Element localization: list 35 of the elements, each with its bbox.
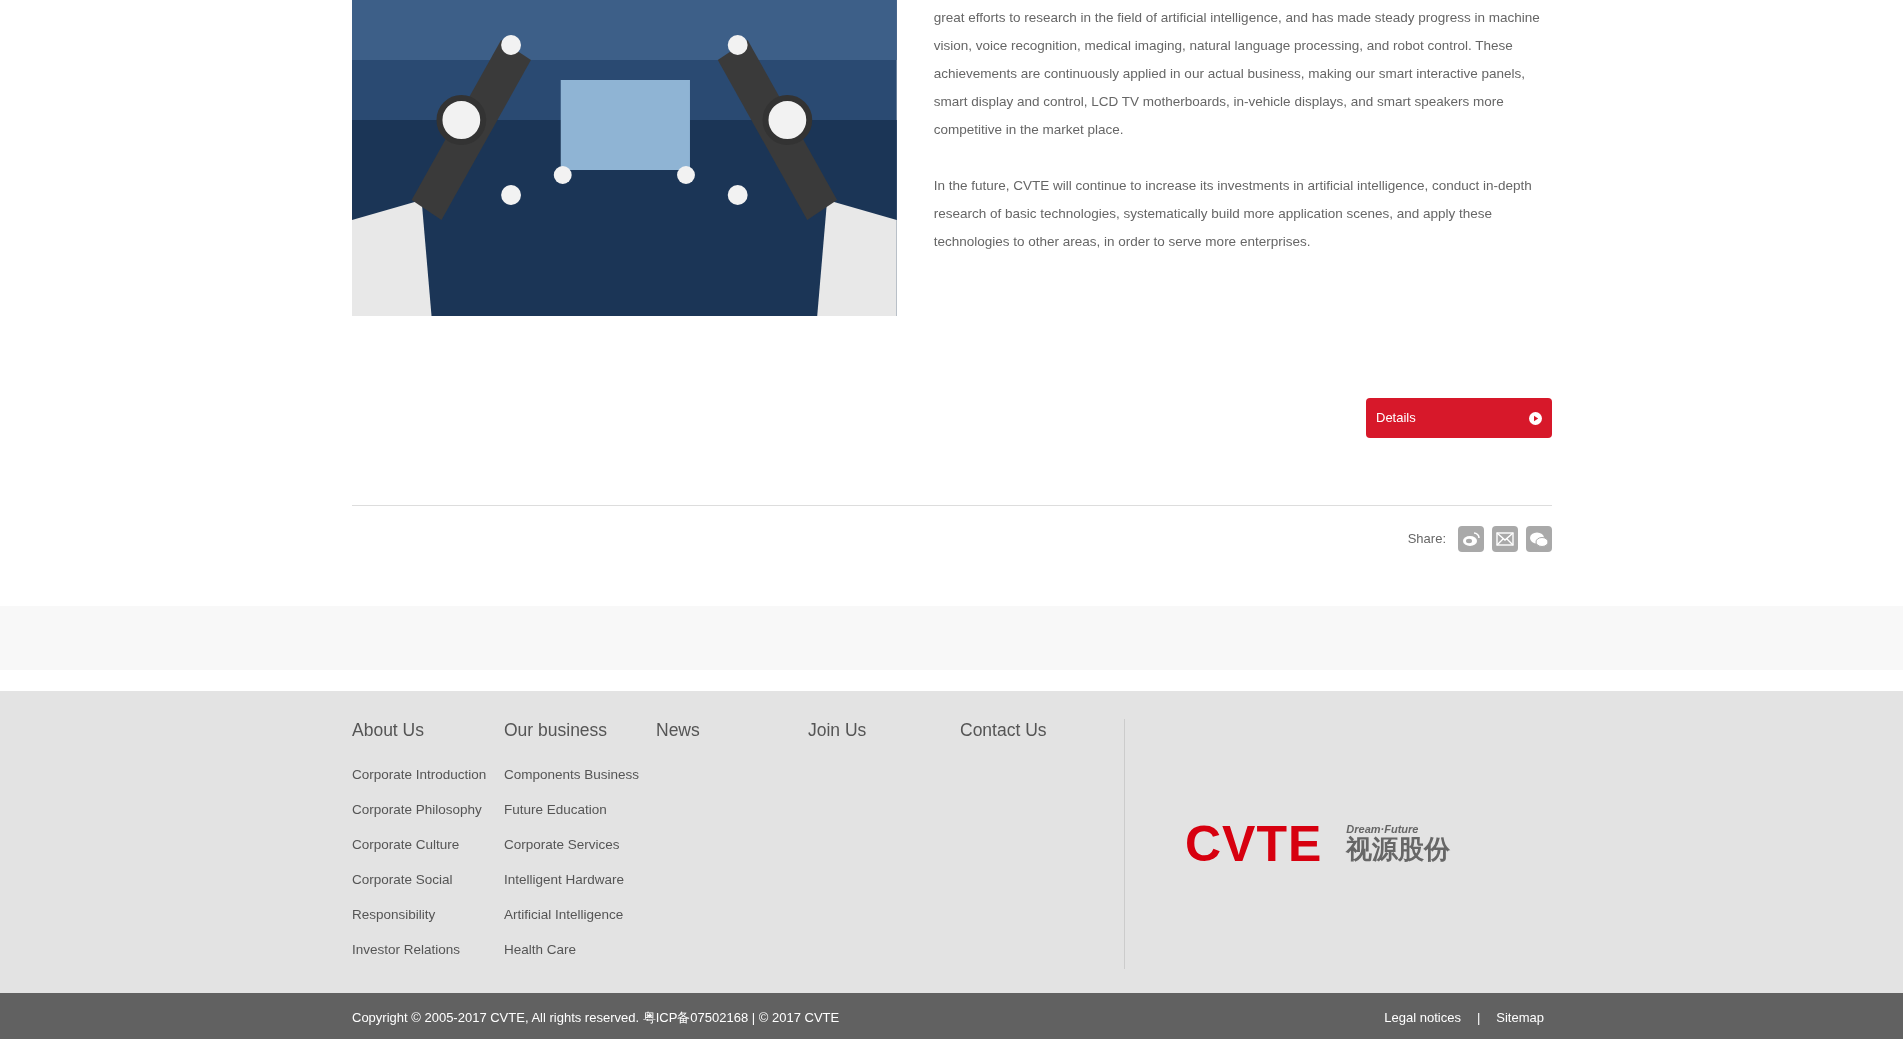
logo-slogan: Dream·Future bbox=[1346, 824, 1420, 836]
footer-link[interactable]: Health Care bbox=[504, 932, 656, 967]
paragraph: great efforts to research in the field of artificial intelligence, and has made steady progress in machine vision, voice recognition, medical imaging, natural language processing, and robot control. These achievements are continuously applied in our actual business, making our smart interactive panels, smart display and control, LCD TV motherboards, in-vehicle displays, and smart speakers more competitive in the market place. bbox=[933, 9, 1541, 139]
separator: | bbox=[1476, 1009, 1481, 1028]
footer-link[interactable]: Intelligent Hardware bbox=[504, 862, 656, 897]
footer-link[interactable]: Corporate Culture bbox=[352, 827, 504, 862]
footer-heading[interactable]: Contact Us bbox=[960, 719, 1112, 741]
footer-link[interactable]: Corporate Services bbox=[504, 827, 656, 862]
footer-heading[interactable]: Join Us bbox=[808, 719, 960, 741]
share-button[interactable] bbox=[1492, 526, 1518, 552]
footer-heading[interactable]: News bbox=[656, 719, 808, 741]
footer-bottom-link[interactable]: Legal notices bbox=[1384, 1008, 1461, 1028]
footer-link[interactable]: Corporate Social bbox=[352, 862, 504, 897]
share-button[interactable] bbox=[1458, 526, 1484, 552]
share-label: Share: bbox=[1407, 530, 1446, 549]
footer-link[interactable]: Corporate Introduction bbox=[352, 757, 504, 792]
footer-bottom-link[interactable]: Sitemap bbox=[1496, 1008, 1544, 1028]
footer-link[interactable]: Corporate Philosophy bbox=[352, 792, 504, 827]
paragraph: In the future, CVTE will continue to increase its investments in artificial intelligence, conduct in-depth research of basic technologies, systematically build more application scenes, and apply these technologies to other areas, in order to serve more enterprises. bbox=[933, 177, 1533, 251]
share-button[interactable] bbox=[1526, 526, 1552, 552]
footer-heading[interactable]: About Us bbox=[352, 719, 504, 741]
wechat-icon bbox=[1529, 530, 1549, 548]
footer-link[interactable]: Future Education bbox=[504, 792, 656, 827]
logo-company-name: 视源股份 bbox=[1346, 835, 1451, 864]
footer-heading[interactable]: Our business bbox=[504, 719, 656, 741]
details-button[interactable]: Details bbox=[1366, 398, 1552, 438]
play-icon bbox=[1529, 411, 1542, 425]
footer-link[interactable]: Components Business bbox=[504, 757, 656, 792]
mail-icon bbox=[1496, 532, 1514, 546]
copyright-text: Copyright © 2005-2017 CVTE, All rights reserved. 粤ICP备07502168 | © 2017 CVTE bbox=[352, 1009, 840, 1028]
footer-link[interactable]: Artificial Intelligence bbox=[504, 897, 656, 932]
footer-link[interactable]: Responsibility bbox=[352, 897, 504, 932]
logo-wordmark: CVTE bbox=[1185, 819, 1323, 869]
weibo-icon bbox=[1462, 531, 1480, 547]
footer-link[interactable]: Investor Relations bbox=[352, 932, 504, 967]
